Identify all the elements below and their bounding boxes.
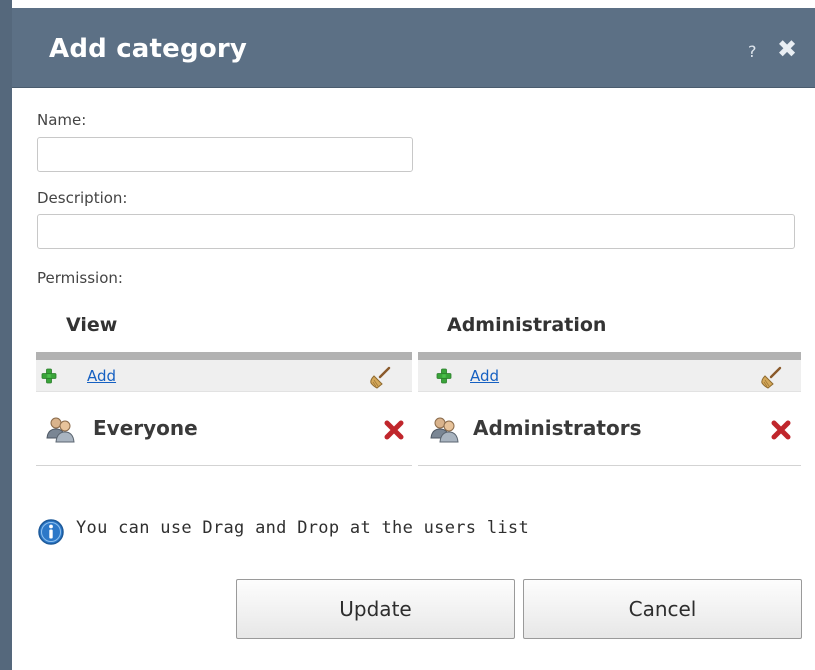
dialog-titlebar: Add category ? ✖ (12, 8, 815, 88)
administration-permission-panel: Add Administrators (418, 352, 801, 467)
close-icon[interactable]: ✖ (777, 35, 797, 63)
administration-entry-row[interactable]: Administrators (418, 392, 801, 466)
remove-icon[interactable] (382, 418, 406, 442)
administration-add-link[interactable]: Add (470, 367, 499, 385)
permission-label: Permission: (37, 269, 123, 287)
broom-icon[interactable] (759, 366, 783, 390)
update-button[interactable]: Update (236, 579, 515, 639)
plus-icon[interactable] (41, 368, 57, 384)
dialog-left-edge (0, 0, 12, 670)
name-label: Name: (37, 111, 87, 129)
dialog-title: Add category (49, 34, 248, 64)
cancel-button[interactable]: Cancel (523, 579, 802, 639)
administration-panel-toolbar: Add (418, 360, 801, 392)
administration-panel-header-bar (418, 352, 801, 360)
info-message: You can use Drag and Drop at the users l… (76, 518, 529, 538)
view-entry-row[interactable]: Everyone (36, 392, 412, 466)
description-label: Description: (37, 189, 128, 207)
plus-icon[interactable] (436, 368, 452, 384)
remove-icon[interactable] (769, 418, 793, 442)
help-icon[interactable]: ? (748, 42, 757, 61)
users-icon (430, 417, 459, 443)
view-add-link[interactable]: Add (87, 367, 116, 385)
administration-column-title: Administration (447, 314, 607, 336)
broom-icon[interactable] (368, 366, 392, 390)
description-input[interactable] (37, 214, 795, 249)
view-column-title: View (66, 314, 118, 336)
add-category-dialog: Add category ? ✖ Name: Description: Perm… (0, 0, 815, 670)
info-icon (38, 519, 64, 545)
users-icon (46, 417, 75, 443)
view-panel-header-bar (36, 352, 412, 360)
view-entry-label: Everyone (93, 416, 198, 440)
name-input[interactable] (37, 137, 413, 172)
view-permission-panel: Add Everyone (36, 352, 412, 467)
view-panel-toolbar: Add (36, 360, 412, 392)
administration-entry-label: Administrators (473, 416, 642, 440)
